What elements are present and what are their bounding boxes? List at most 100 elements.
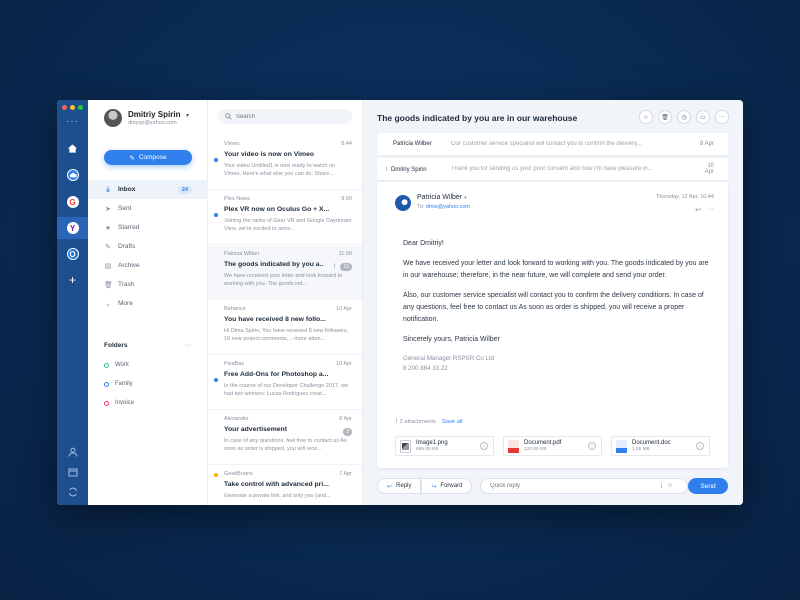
archive-icon: ▤ [104, 262, 112, 270]
message-date: 9:00 [341, 196, 352, 202]
unread-dot-icon [214, 158, 218, 162]
draft-icon: ✎ [105, 243, 111, 251]
signature-title: General Manager RSPSR Co Ltd [403, 355, 495, 362]
star-button[interactable]: ☆ [639, 110, 653, 124]
close-window-button[interactable] [62, 105, 67, 110]
download-icon[interactable]: ↓ [696, 442, 704, 450]
rail-sync-button[interactable] [57, 481, 88, 503]
nav-item-starred[interactable]: ★ Starred [88, 218, 208, 237]
download-icon[interactable]: ↓ [480, 442, 488, 450]
delete-button[interactable]: 🗑 [658, 110, 672, 124]
list-item-selected[interactable]: Patricia Wilber 11:00 The goods indicate… [208, 246, 362, 300]
move-folder-button[interactable]: ▭ [696, 110, 710, 124]
list-item[interactable]: Alexander 8 Apr Your advertisement 3 In … [208, 411, 362, 465]
list-item[interactable]: Behance 10 Apr You have received 8 new f… [208, 301, 362, 355]
forward-icon: ↪ [431, 483, 437, 490]
list-item[interactable]: Plex News 9:00 Plex VR now on Oculus Go … [208, 191, 362, 245]
attachment-name: Image1.png [416, 440, 448, 446]
rail-contacts-button[interactable] [57, 441, 88, 463]
nav-label: More [118, 300, 133, 307]
reply-icon[interactable]: ↩ [695, 206, 701, 214]
more-button[interactable]: ··· [715, 110, 729, 124]
rail-cloud-button[interactable] [57, 164, 88, 186]
folders-more-icon[interactable]: ··· [184, 342, 191, 349]
attachment-size: 665.00 KB [416, 447, 439, 452]
folder-dot-icon [104, 381, 109, 387]
paperclip-icon: ⌇ [333, 264, 336, 270]
folder-item-invoice[interactable]: Invoice [104, 400, 134, 406]
minimize-window-button[interactable] [70, 105, 75, 110]
message-preview: Your video Untitled1 is now ready to wat… [224, 163, 336, 177]
nav-item-inbox[interactable]: ⤓ Inbox 24 [88, 180, 208, 199]
forward-button[interactable]: ↪ Forward [421, 478, 473, 494]
nav-label: Sent [118, 205, 132, 212]
rail-more-icon[interactable]: ··· [57, 116, 88, 127]
chevron-down-icon[interactable]: ▾ [186, 112, 189, 119]
trash-icon: 🗑 [104, 281, 113, 289]
window-controls [62, 105, 83, 110]
download-icon[interactable]: ↓ [588, 442, 596, 450]
thread-row[interactable]: Patricia Wilber Our customer service spe… [377, 133, 728, 155]
folder-icon: ▭ [700, 114, 706, 121]
chevron-down-icon: ⌄ [105, 300, 111, 308]
rail-outlook-button[interactable]: O [57, 243, 88, 265]
compose-button[interactable]: ✎ Compose [104, 150, 192, 165]
attachments-header: ⌇ 2 attachments Save all [395, 419, 463, 425]
emoji-icon[interactable]: ☺ [667, 483, 673, 489]
reply-button[interactable]: ↩ Reply [377, 478, 422, 494]
nav-item-drafts[interactable]: ✎ Drafts [88, 237, 208, 256]
rail-add-account-button[interactable]: + [57, 269, 88, 291]
message-card: Patricia Wilber ▾ To: dmis@yahoo.com Thu… [377, 182, 728, 468]
nav-item-archive[interactable]: ▤ Archive [88, 256, 208, 275]
profile-block[interactable]: Dmitriy Spirin dmysp@yahoo.com [104, 109, 180, 127]
paperclip-icon[interactable]: ⌇ [660, 483, 663, 490]
folders-heading: Folders [104, 342, 128, 349]
message-paragraph: Also, our customer service specialist wi… [403, 292, 704, 323]
calendar-icon [68, 468, 77, 477]
nav-item-more[interactable]: ⌄ More [88, 294, 208, 313]
list-item[interactable]: Vimeo 8:44 Your video is now on Vimeo Yo… [208, 136, 362, 190]
quick-reply-box[interactable]: ⌇ ☺ [480, 478, 688, 494]
rail-yahoo-button[interactable]: Y [57, 217, 88, 239]
thread-sender: Patricia Wilber [393, 141, 432, 147]
list-item[interactable]: PixaBay 10 Apr Free Add-Ons for Photosho… [208, 356, 362, 410]
sender-avatar [395, 195, 411, 211]
message-subject: Plex VR now on Oculus Go + X... [224, 206, 330, 213]
attachment-name: Document.doc [632, 440, 671, 446]
clock-button[interactable]: ◷ [677, 110, 691, 124]
star-icon: ★ [104, 224, 112, 232]
more-icon[interactable]: ··· [707, 206, 714, 214]
search-input[interactable] [236, 113, 346, 120]
clock-icon: ◷ [681, 114, 687, 121]
maximize-window-button[interactable] [78, 105, 83, 110]
attachment-item[interactable]: Document.pdf 120.00 KB ↓ [503, 436, 602, 456]
recipient-email[interactable]: dmis@yahoo.com [426, 204, 470, 210]
list-item[interactable]: GeekBrains 7 Apr Take control with advan… [208, 466, 362, 505]
message-date: 8:44 [341, 141, 352, 147]
message-date: 7 Apr [339, 471, 352, 477]
thread-count-badge: 3 [343, 428, 352, 436]
mailbox-nav: ⤓ Inbox 24 ➤ Sent ★ Starred ✎ Drafts ▤ A… [88, 180, 208, 313]
rail-calendar-button[interactable] [57, 461, 88, 483]
attachment-item[interactable]: Document.doc 1.55 MB ↓ [611, 436, 710, 456]
message-subject: The goods indicated by you a... [224, 261, 324, 268]
contacts-icon [68, 447, 77, 457]
message-preview: Hi Dima Spirin, You have received 8 new … [224, 328, 349, 342]
thread-row[interactable]: ⌇ Dmitriy Spirin Thank you for sending us… [377, 158, 728, 180]
rail-home-button[interactable] [57, 137, 88, 159]
nav-label: Archive [118, 262, 140, 269]
send-button[interactable]: Send [688, 478, 728, 494]
image-file-icon [400, 439, 411, 453]
nav-item-sent[interactable]: ➤ Sent [88, 199, 208, 218]
nav-item-trash[interactable]: 🗑 Trash [88, 275, 208, 294]
folder-item-family[interactable]: Family [104, 381, 133, 387]
folder-label: Work [115, 362, 129, 368]
rail-google-button[interactable]: G [57, 191, 88, 213]
search-box[interactable] [218, 109, 352, 124]
message-preview: In the course of our Developer Challenge… [224, 383, 349, 397]
save-all-link[interactable]: Save all [442, 419, 463, 425]
attachment-item[interactable]: Image1.png 665.00 KB ↓ [395, 436, 494, 456]
folder-item-work[interactable]: Work [104, 362, 129, 368]
sender-name[interactable]: Patricia Wilber ▾ [417, 194, 467, 201]
quick-reply-input[interactable] [490, 483, 660, 489]
